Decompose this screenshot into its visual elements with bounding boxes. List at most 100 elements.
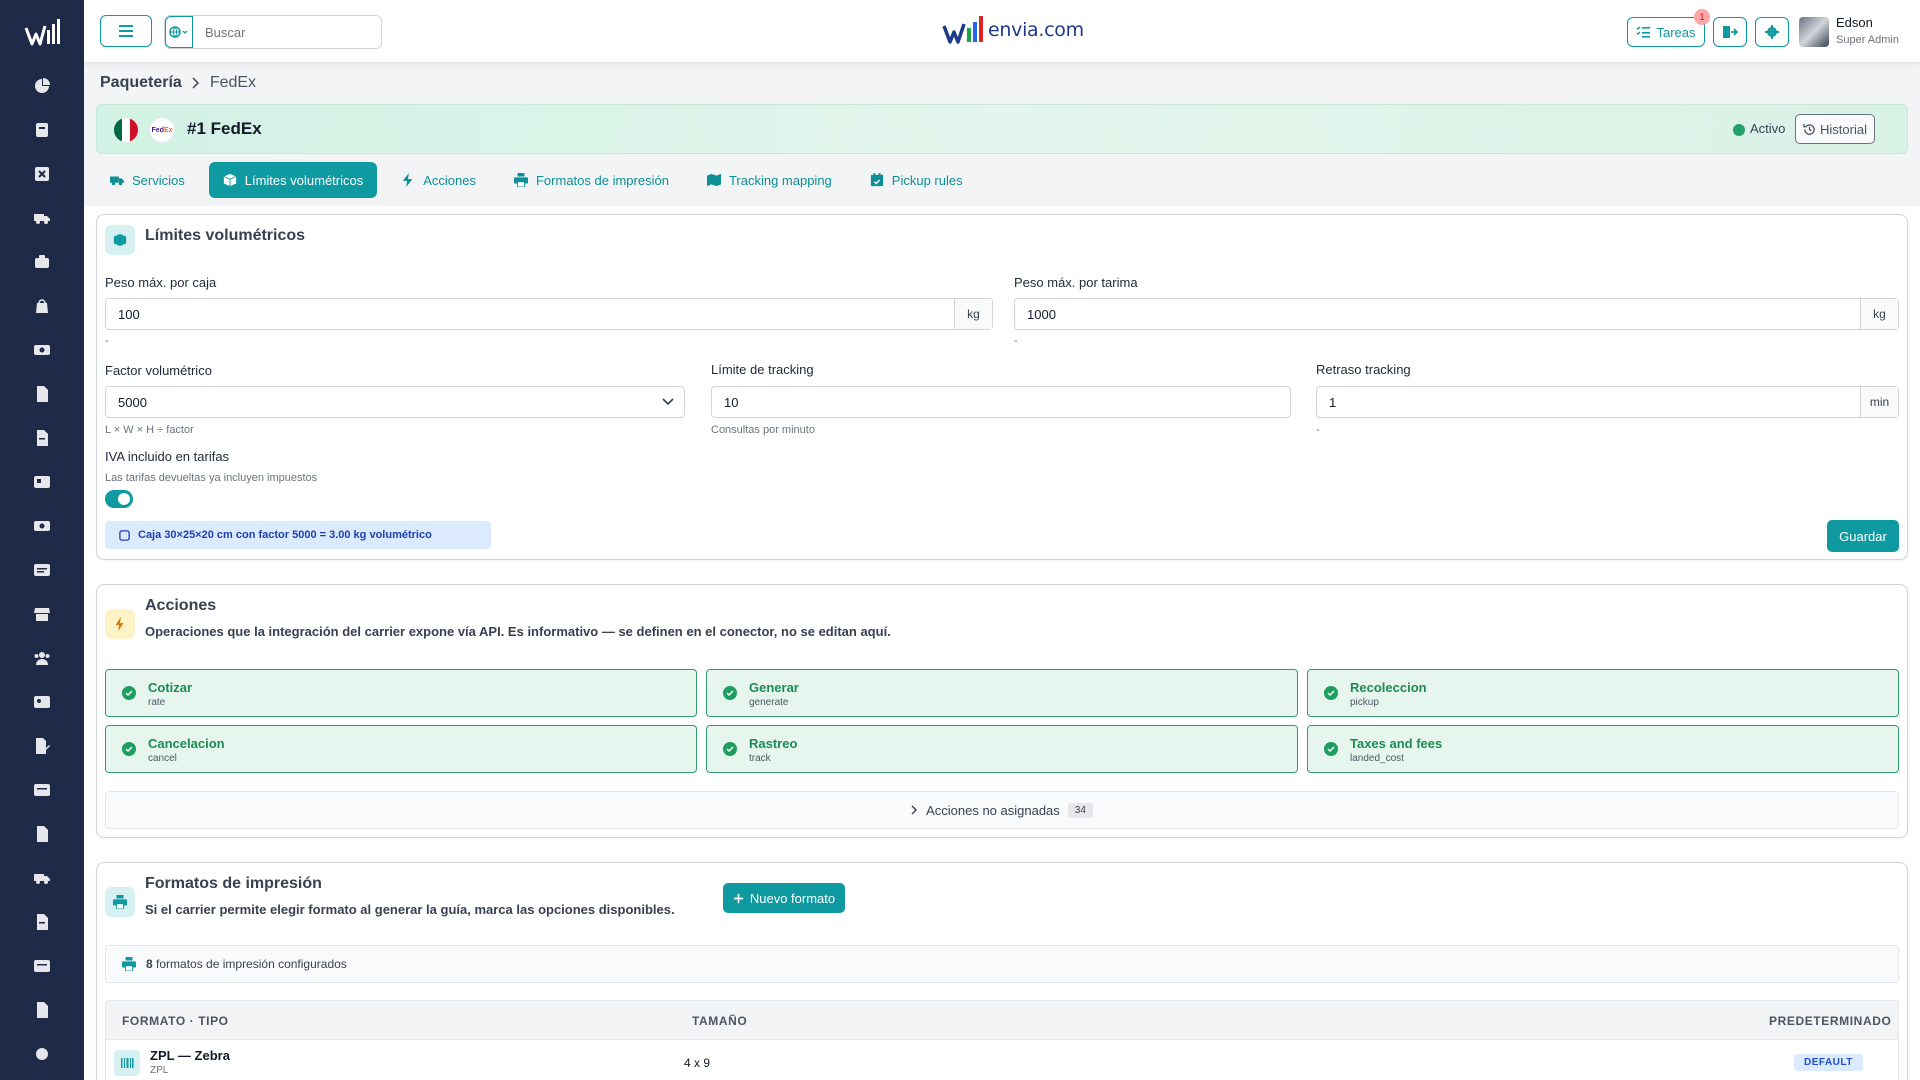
history-icon bbox=[1803, 123, 1815, 135]
tab-label: Acciones bbox=[423, 172, 476, 188]
nav-list-icon[interactable] bbox=[0, 768, 84, 812]
action-cancelacion[interactable]: Cancelacion cancel bbox=[105, 725, 697, 773]
task-list-icon bbox=[1637, 26, 1651, 38]
settings-button[interactable] bbox=[1755, 17, 1789, 47]
action-recoleccion[interactable]: Recoleccion pickup bbox=[1307, 669, 1899, 717]
nav-circle-icon[interactable] bbox=[0, 1032, 84, 1076]
nav-edit-doc-icon[interactable] bbox=[0, 724, 84, 768]
nav-store-icon[interactable] bbox=[0, 592, 84, 636]
max-box-input[interactable]: 100 kg bbox=[105, 298, 993, 330]
nav-invoice-icon[interactable] bbox=[0, 372, 84, 416]
tracking-limit-input[interactable]: 10 bbox=[711, 386, 1291, 418]
formats-count: 8 bbox=[146, 957, 153, 971]
status-badge: Activo bbox=[1750, 121, 1786, 136]
check-icon bbox=[1324, 742, 1338, 756]
iva-hint: Las tarifas devueltas ya incluyen impues… bbox=[105, 472, 318, 484]
nav-users-icon[interactable] bbox=[0, 636, 84, 680]
max-box-value: 100 bbox=[118, 306, 140, 322]
save-button[interactable]: Guardar bbox=[1827, 520, 1899, 552]
max-pallet-value: 1000 bbox=[1027, 306, 1056, 322]
max-pallet-input[interactable]: 1000 kg bbox=[1014, 298, 1899, 330]
limits-card: Límites volumétricos Peso máx. por caja … bbox=[96, 214, 1908, 560]
actions-subtitle: Operaciones que la integración del carri… bbox=[145, 624, 891, 639]
nav-cancel-icon[interactable] bbox=[0, 152, 84, 196]
user-name: Edson bbox=[1836, 15, 1873, 30]
tab-bar: Servicios Límites volumétricos Acciones … bbox=[96, 162, 977, 198]
iva-toggle[interactable] bbox=[105, 490, 133, 508]
action-cotizar[interactable]: Cotizar rate bbox=[105, 669, 697, 717]
max-box-hint: - bbox=[105, 335, 109, 347]
box-icon bbox=[105, 225, 135, 255]
max-pallet-unit: kg bbox=[1860, 299, 1898, 329]
fedex-logo-ex: Ex bbox=[163, 126, 173, 134]
plus-icon bbox=[733, 893, 743, 903]
action-taxes-fees[interactable]: Taxes and fees landed_cost bbox=[1307, 725, 1899, 773]
nav-list-card-icon[interactable] bbox=[0, 548, 84, 592]
action-code: landed_cost bbox=[1350, 753, 1404, 764]
note-icon bbox=[119, 529, 130, 541]
nav-shipping-icon[interactable] bbox=[0, 856, 84, 900]
printer-icon bbox=[105, 887, 135, 917]
calendar-check-icon bbox=[870, 173, 883, 187]
nav-file-text-icon[interactable] bbox=[0, 900, 84, 944]
max-box-label: Peso máx. por caja bbox=[105, 275, 217, 290]
history-button[interactable]: Historial bbox=[1795, 114, 1875, 144]
sign-out-icon bbox=[1723, 26, 1738, 38]
tab-pickup-rules[interactable]: Pickup rules bbox=[856, 162, 977, 198]
unassigned-actions-toggle[interactable]: Acciones no asignadas 34 bbox=[105, 791, 1899, 829]
formats-summary-text: formatos de impresión configurados bbox=[156, 957, 347, 971]
status-dot bbox=[1733, 124, 1745, 136]
avatar[interactable] bbox=[1799, 17, 1829, 47]
nav-briefcase-icon[interactable] bbox=[0, 240, 84, 284]
search-input[interactable] bbox=[193, 16, 381, 48]
formats-summary: 8 formatos de impresión configurados bbox=[105, 945, 1899, 983]
nav-card-list-icon[interactable] bbox=[0, 944, 84, 988]
formats-table-header: FORMATO · TIPO TAMAÑO PREDETERMINADO bbox=[105, 1000, 1899, 1040]
check-icon bbox=[1324, 686, 1338, 700]
envia-logo-icon bbox=[24, 19, 60, 46]
action-code: generate bbox=[749, 697, 789, 708]
tracking-limit-label: Límite de tracking bbox=[711, 362, 814, 377]
new-format-button[interactable]: Nuevo formato bbox=[723, 883, 845, 913]
tasks-button[interactable]: Tareas bbox=[1627, 17, 1705, 47]
menu-toggle-button[interactable] bbox=[100, 15, 152, 47]
nav-dashboard-icon[interactable] bbox=[0, 64, 84, 108]
vol-factor-value: 5000 bbox=[118, 394, 147, 410]
tab-servicios[interactable]: Servicios bbox=[96, 162, 199, 198]
breadcrumb-root[interactable]: Paquetería bbox=[100, 74, 182, 92]
brand-logo[interactable]: envia.com bbox=[942, 14, 1084, 46]
tracking-delay-input[interactable]: 1 min bbox=[1316, 386, 1899, 418]
calc-note-text: Caja 30×25×20 cm con factor 5000 = 3.00 … bbox=[138, 529, 432, 541]
new-format-label: Nuevo formato bbox=[749, 890, 836, 906]
nav-money-icon[interactable] bbox=[0, 328, 84, 372]
nav-file-icon[interactable] bbox=[0, 812, 84, 856]
tab-formatos-impresion[interactable]: Formatos de impresión bbox=[500, 162, 683, 198]
action-code: track bbox=[749, 753, 771, 764]
actions-card: Acciones Operaciones que la integración … bbox=[96, 584, 1908, 838]
tracking-delay-hint: - bbox=[1316, 424, 1320, 436]
action-generar[interactable]: Generar generate bbox=[706, 669, 1298, 717]
col-size: TAMAÑO bbox=[692, 1014, 748, 1028]
logout-button[interactable] bbox=[1713, 17, 1747, 47]
nav-cash-icon[interactable] bbox=[0, 504, 84, 548]
table-row[interactable]: ZPL — Zebra ZPL 4 x 9 DEFAULT bbox=[105, 1040, 1899, 1080]
nav-page-icon[interactable] bbox=[0, 988, 84, 1032]
nav-id-card-icon[interactable] bbox=[0, 460, 84, 504]
language-selector[interactable] bbox=[165, 16, 193, 48]
nav-truck-icon[interactable] bbox=[0, 196, 84, 240]
tab-label: Servicios bbox=[132, 172, 185, 188]
action-name: Rastreo bbox=[749, 736, 798, 751]
tab-acciones[interactable]: Acciones bbox=[387, 162, 490, 198]
chevron-right-icon bbox=[192, 77, 199, 89]
nav-bag-icon[interactable] bbox=[0, 284, 84, 328]
chevron-right-icon bbox=[911, 805, 918, 815]
action-rastreo[interactable]: Rastreo track bbox=[706, 725, 1298, 773]
nav-document-icon[interactable] bbox=[0, 416, 84, 460]
tab-limites-volumetricos[interactable]: Límites volumétricos bbox=[208, 162, 378, 198]
vol-factor-select[interactable]: 5000 bbox=[105, 386, 685, 418]
tab-tracking-mapping[interactable]: Tracking mapping bbox=[693, 162, 846, 198]
app-logo[interactable] bbox=[0, 0, 84, 64]
nav-reports-icon[interactable] bbox=[0, 108, 84, 152]
action-name: Recoleccion bbox=[1350, 680, 1427, 695]
nav-address-card-icon[interactable] bbox=[0, 680, 84, 724]
